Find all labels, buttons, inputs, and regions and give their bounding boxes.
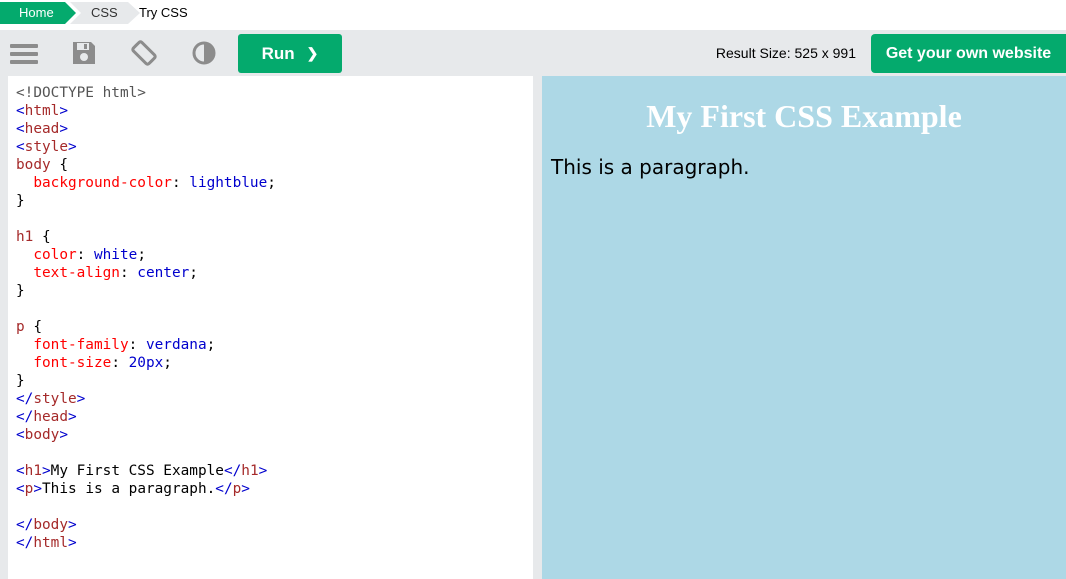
result-frame: My First CSS Example This is a paragraph… [542,76,1066,579]
result-paragraph: This is a paragraph. [551,155,750,179]
run-button[interactable]: Run ❯ [238,34,342,73]
result-size: Result Size: 525 x 991 [715,45,856,61]
get-own-website-button[interactable]: Get your own website [871,34,1066,73]
chevron-right-icon: ❯ [306,45,319,61]
rotate-icon[interactable] [128,38,160,68]
breadcrumb-home[interactable]: Home [0,2,76,24]
code-text[interactable]: <!DOCTYPE html> <html> <head> <style> bo… [16,84,276,552]
result-heading: My First CSS Example [646,98,962,134]
editor-split: <!DOCTYPE html> <html> <head> <style> bo… [0,76,1066,579]
breadcrumb-css[interactable]: CSS [70,2,140,24]
code-editor[interactable]: <!DOCTYPE html> <html> <head> <style> bo… [8,76,533,579]
contrast-icon[interactable] [188,38,220,68]
run-label: Run [261,43,295,63]
breadcrumb-current: Try CSS [139,5,188,20]
breadcrumb: Home CSS Try CSS [0,0,1066,28]
hamburger-icon[interactable] [8,38,40,68]
toolbar: Run ❯ Result Size: 525 x 991 Get your ow… [0,30,1066,76]
save-icon[interactable] [68,38,100,68]
